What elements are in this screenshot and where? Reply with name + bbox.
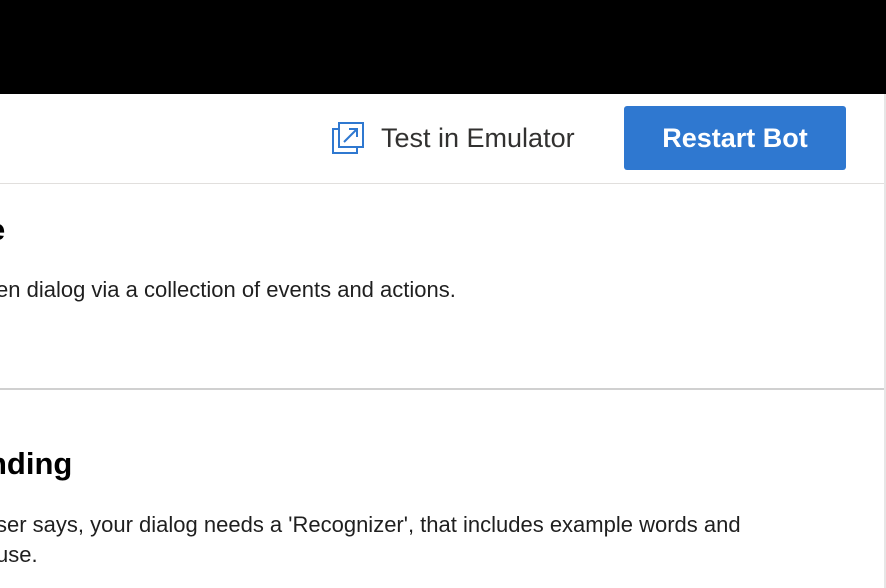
section-heading: e (0, 212, 5, 248)
toolbar: Test in Emulator Restart Bot (0, 94, 884, 184)
section-description: en dialog via a collection of events and… (0, 275, 456, 305)
test-in-emulator-label: Test in Emulator (381, 122, 575, 153)
section-language-understanding: nding ser says, your dialog needs a 'Rec… (0, 390, 884, 588)
open-external-icon (330, 120, 366, 156)
description-line: use. (0, 542, 38, 567)
description-line: ser says, your dialog needs a 'Recognize… (0, 512, 741, 537)
top-black-bar (0, 0, 886, 94)
test-in-emulator-link[interactable]: Test in Emulator (330, 120, 575, 156)
description-line: en dialog via a collection of events and… (0, 277, 456, 302)
section-heading: nding (0, 446, 73, 481)
restart-bot-button[interactable]: Restart Bot (624, 106, 846, 170)
section-description: ser says, your dialog needs a 'Recognize… (0, 510, 741, 570)
section-dialog: e en dialog via a collection of events a… (0, 184, 884, 390)
